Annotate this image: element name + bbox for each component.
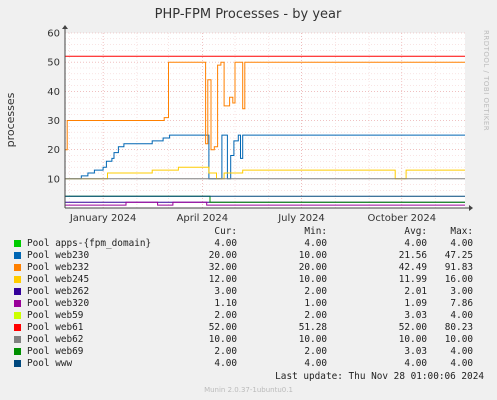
legend-cur-value: 32.00 bbox=[208, 262, 237, 273]
legend-min-value: 51.28 bbox=[298, 322, 327, 333]
legend-min-value: 10.00 bbox=[298, 334, 327, 345]
legend-max-value: 4.00 bbox=[450, 238, 473, 249]
legend-min-value: 4.00 bbox=[304, 238, 327, 249]
legend-series-name: Pool web245 bbox=[27, 274, 90, 285]
legend-header-min: Min: bbox=[304, 226, 327, 237]
legend-series-name: Pool web232 bbox=[27, 262, 90, 273]
legend-swatch bbox=[14, 300, 21, 307]
legend-series-name: Pool web69 bbox=[27, 346, 84, 357]
legend-max-value: 4.00 bbox=[450, 346, 473, 357]
legend-cur-value: 2.00 bbox=[214, 310, 237, 321]
rrdtool-watermark: RRDTOOL / TOBI OETIKER bbox=[482, 30, 490, 131]
x-tick-label: October 2024 bbox=[367, 213, 436, 224]
legend-min-value: 4.00 bbox=[304, 358, 327, 369]
legend-min-value: 2.00 bbox=[304, 346, 327, 357]
legend-max-value: 47.25 bbox=[444, 250, 473, 261]
chart-svg: PHP-FPM Processes - by year processes RR… bbox=[4, 7, 490, 224]
legend-max-value: 16.00 bbox=[444, 274, 473, 285]
legend-swatch bbox=[14, 252, 21, 259]
legend-series-name: Pool www bbox=[27, 358, 73, 369]
legend-series-name: Pool web59 bbox=[27, 310, 84, 321]
legend-max-value: 7.86 bbox=[450, 298, 473, 309]
legend-max-value: 91.83 bbox=[444, 262, 473, 273]
legend-cur-value: 4.00 bbox=[214, 358, 237, 369]
legend-row: Pool apps-{fpm_domain} 4.00 4.00 4.00 4.00 bbox=[0, 238, 497, 250]
legend-row: Pool web320 1.10 1.00 1.09 7.86 bbox=[0, 298, 497, 310]
legend-swatch bbox=[14, 276, 21, 283]
legend-cur-value: 52.00 bbox=[208, 322, 237, 333]
legend-header-max: Max: bbox=[450, 226, 473, 237]
y-axis-arrow bbox=[62, 25, 68, 29]
legend-swatch bbox=[14, 264, 21, 271]
legend-min-value: 1.00 bbox=[304, 298, 327, 309]
legend-max-value: 4.00 bbox=[450, 358, 473, 369]
legend-row: Pool web59 2.00 2.00 3.03 4.00 bbox=[0, 310, 497, 322]
legend-row: Pool web230 20.00 10.00 21.56 47.25 bbox=[0, 250, 497, 262]
legend-swatch bbox=[14, 240, 21, 247]
legend-header-row: Cur: Min: Avg: Max: bbox=[0, 226, 497, 238]
y-tick-label: 20 bbox=[47, 145, 60, 156]
legend-row: Pool web232 32.00 20.00 42.49 91.83 bbox=[0, 262, 497, 274]
legend-row: Pool web69 2.00 2.00 3.03 4.00 bbox=[0, 346, 497, 358]
legend-max-value: 80.23 bbox=[444, 322, 473, 333]
legend-min-value: 2.00 bbox=[304, 286, 327, 297]
legend-row: Pool www 4.00 4.00 4.00 4.00 bbox=[0, 358, 497, 370]
x-tick-label: April 2024 bbox=[177, 213, 228, 224]
legend-swatch bbox=[14, 312, 21, 319]
legend-max-value: 3.00 bbox=[450, 286, 473, 297]
legend-series-name: Pool apps-{fpm_domain} bbox=[27, 238, 152, 249]
legend-min-value: 10.00 bbox=[298, 274, 327, 285]
y-tick-label: 50 bbox=[47, 58, 60, 69]
legend-series-name: Pool web62 bbox=[27, 334, 84, 345]
x-tick-label: July 2024 bbox=[277, 213, 325, 224]
legend-swatch bbox=[14, 324, 21, 331]
legend-swatch bbox=[14, 288, 21, 295]
y-tick-label: 30 bbox=[47, 116, 60, 127]
legend-max-value: 10.00 bbox=[444, 334, 473, 345]
legend-cur-value: 3.00 bbox=[214, 286, 237, 297]
legend-swatch bbox=[14, 348, 21, 355]
legend-series-name: Pool web230 bbox=[27, 250, 90, 261]
legend-series-name: Pool web61 bbox=[27, 322, 84, 333]
munin-version-footer: Munin 2.0.37-1ubuntu0.1 bbox=[204, 386, 293, 394]
legend-max-value: 4.00 bbox=[450, 310, 473, 321]
legend-swatch bbox=[14, 336, 21, 343]
legend-header-cur: Cur: bbox=[214, 226, 237, 237]
y-tick-label: 60 bbox=[47, 29, 60, 40]
legend-cur-value: 20.00 bbox=[208, 250, 237, 261]
legend-row: Pool web61 52.00 51.28 52.00 80.23 bbox=[0, 322, 497, 334]
legend-series-name: Pool web262 bbox=[27, 286, 90, 297]
x-tick-label: January 2024 bbox=[69, 213, 137, 224]
legend-cur-value: 10.00 bbox=[208, 334, 237, 345]
legend-row: Pool web62 10.00 10.00 10.00 10.00 bbox=[0, 334, 497, 346]
y-tick-label: 10 bbox=[47, 174, 60, 185]
legend-cur-value: 12.00 bbox=[208, 274, 237, 285]
legend-row: Pool web245 12.00 10.00 11.99 16.00 bbox=[0, 274, 497, 286]
legend-cur-value: 1.10 bbox=[214, 298, 237, 309]
legend-series-name: Pool web320 bbox=[27, 298, 90, 309]
last-update: Last update: Thu Nov 28 01:00:06 2024 bbox=[275, 371, 484, 382]
y-axis-label: processes bbox=[4, 92, 17, 147]
legend-min-value: 2.00 bbox=[304, 310, 327, 321]
legend-min-value: 10.00 bbox=[298, 250, 327, 261]
legend-min-value: 20.00 bbox=[298, 262, 327, 273]
chart-title: PHP-FPM Processes - by year bbox=[155, 7, 342, 22]
legend-row: Pool web262 3.00 2.00 2.01 3.00 bbox=[0, 286, 497, 298]
legend-swatch bbox=[14, 360, 21, 367]
legend-cur-value: 4.00 bbox=[214, 238, 237, 249]
y-tick-label: 40 bbox=[47, 87, 60, 98]
x-axis-arrow bbox=[469, 205, 473, 211]
legend-cur-value: 2.00 bbox=[214, 346, 237, 357]
